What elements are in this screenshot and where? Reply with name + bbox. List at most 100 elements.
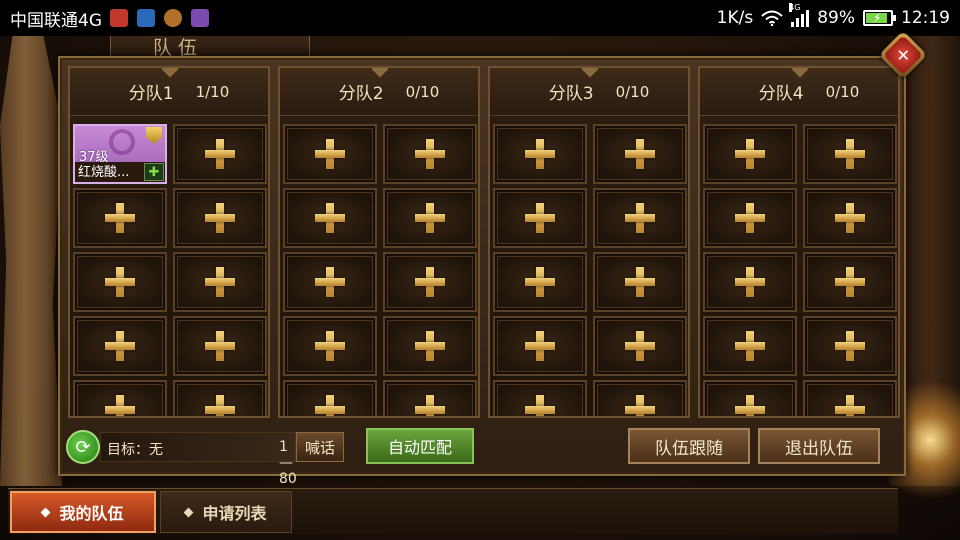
empty-slot[interactable] <box>283 316 377 376</box>
plus-icon <box>625 331 655 361</box>
team-count: 0/10 <box>405 82 440 101</box>
plus-icon <box>625 267 655 297</box>
team-header: 分队3 0/10 <box>490 68 688 116</box>
empty-slot[interactable] <box>173 316 267 376</box>
empty-slot[interactable] <box>73 316 167 376</box>
empty-slot[interactable] <box>593 252 687 312</box>
team-controls: ⟳ 目标：无 1—80级 喊话 自动匹配 队伍跟随 退出队伍 <box>60 420 904 506</box>
empty-slot[interactable] <box>283 252 377 312</box>
empty-slot[interactable] <box>383 124 477 184</box>
plus-icon <box>415 331 445 361</box>
crown-shield-icon <box>146 127 162 144</box>
empty-slot[interactable] <box>593 188 687 248</box>
plus-icon <box>205 139 235 169</box>
plus-icon <box>735 203 765 233</box>
tab-my-team[interactable]: 我的队伍 <box>10 491 156 533</box>
empty-slot[interactable] <box>173 380 267 416</box>
empty-slot[interactable] <box>493 124 587 184</box>
empty-slot[interactable] <box>703 380 797 416</box>
team-follow-button[interactable]: 队伍跟随 <box>628 428 750 464</box>
empty-slot[interactable] <box>493 188 587 248</box>
empty-slot[interactable] <box>593 124 687 184</box>
plus-icon <box>525 203 555 233</box>
class-emblem-icon <box>109 129 135 155</box>
plus-icon <box>315 331 345 361</box>
team-count: 1/10 <box>195 82 230 101</box>
team-name: 分队3 <box>548 84 594 104</box>
plus-icon <box>315 395 345 416</box>
plus-icon <box>525 139 555 169</box>
tab-apply-list[interactable]: 申请列表 <box>160 491 292 533</box>
plus-icon <box>735 395 765 416</box>
team-column-3: 分队3 0/10 <box>488 66 690 418</box>
empty-slot[interactable] <box>803 380 897 416</box>
heart-plus-icon[interactable]: ✚ <box>144 163 164 181</box>
plus-icon <box>835 331 865 361</box>
plus-icon <box>315 203 345 233</box>
team-header: 分队2 0/10 <box>280 68 478 116</box>
plus-icon <box>315 139 345 169</box>
statue-decoration <box>0 36 62 486</box>
team-column-4: 分队4 0/10 <box>698 66 900 418</box>
empty-slot[interactable] <box>383 252 477 312</box>
empty-slot[interactable] <box>383 316 477 376</box>
plus-icon <box>625 203 655 233</box>
empty-slot[interactable] <box>593 380 687 416</box>
battery-icon: ⚡ <box>863 10 896 26</box>
team-name: 分队4 <box>758 84 804 104</box>
empty-slot[interactable] <box>803 316 897 376</box>
tab-label: 我的队伍 <box>59 504 124 523</box>
carrier-label: 中国联通4G <box>10 10 102 31</box>
plus-icon <box>835 203 865 233</box>
plus-icon <box>205 331 235 361</box>
team-name: 分队2 <box>338 84 384 104</box>
empty-slot[interactable] <box>383 380 477 416</box>
plus-icon <box>415 395 445 416</box>
empty-slot[interactable] <box>803 188 897 248</box>
empty-slot[interactable] <box>283 380 377 416</box>
team-slots <box>283 124 477 416</box>
empty-slot[interactable] <box>173 188 267 248</box>
status-bar: 中国联通4G 1K/s 4G 89% ⚡ 12:19 <box>0 0 960 36</box>
empty-slot[interactable] <box>493 252 587 312</box>
bottom-tabs: 我的队伍 申请列表 <box>8 488 898 534</box>
refresh-icon[interactable]: ⟳ <box>66 430 100 464</box>
team-header: 分队1 1/10 <box>70 68 268 116</box>
empty-slot[interactable] <box>73 188 167 248</box>
empty-slot[interactable] <box>703 252 797 312</box>
empty-slot[interactable] <box>173 252 267 312</box>
empty-slot[interactable] <box>803 252 897 312</box>
signal-icon: 4G <box>789 3 810 27</box>
empty-slot[interactable] <box>283 124 377 184</box>
clock: 12:19 <box>901 8 950 28</box>
window-title-tab: 队伍 <box>110 36 310 59</box>
plus-icon <box>625 395 655 416</box>
team-slots: 37级 红烧酸... ✚ <box>73 124 267 416</box>
empty-slot[interactable] <box>283 188 377 248</box>
leave-team-button[interactable]: 退出队伍 <box>758 428 880 464</box>
shout-button[interactable]: 喊话 <box>296 432 344 462</box>
plus-icon <box>205 203 235 233</box>
empty-slot[interactable] <box>73 380 167 416</box>
empty-slot[interactable] <box>703 124 797 184</box>
empty-slot[interactable] <box>803 124 897 184</box>
empty-slot[interactable] <box>73 252 167 312</box>
auto-match-button[interactable]: 自动匹配 <box>366 428 474 464</box>
empty-slot[interactable] <box>493 316 587 376</box>
team-count: 0/10 <box>825 82 860 101</box>
empty-slot[interactable] <box>173 124 267 184</box>
target-selector[interactable]: 目标：无 1—80级 <box>100 432 297 506</box>
empty-slot[interactable] <box>593 316 687 376</box>
member-card[interactable]: 37级 红烧酸... ✚ <box>73 124 167 184</box>
target-label: 目标：无 <box>107 442 163 458</box>
wifi-icon <box>761 10 783 26</box>
plus-icon <box>835 139 865 169</box>
empty-slot[interactable] <box>703 188 797 248</box>
team-panel: 分队1 1/10 37级 红烧酸... ✚ 分队2 0/10 分队3 0/10 … <box>58 56 906 506</box>
empty-slot[interactable] <box>703 316 797 376</box>
empty-slot[interactable] <box>493 380 587 416</box>
empty-slot[interactable] <box>383 188 477 248</box>
plus-icon <box>735 331 765 361</box>
notification-app-icon <box>137 9 155 27</box>
diamond-icon <box>41 507 51 517</box>
